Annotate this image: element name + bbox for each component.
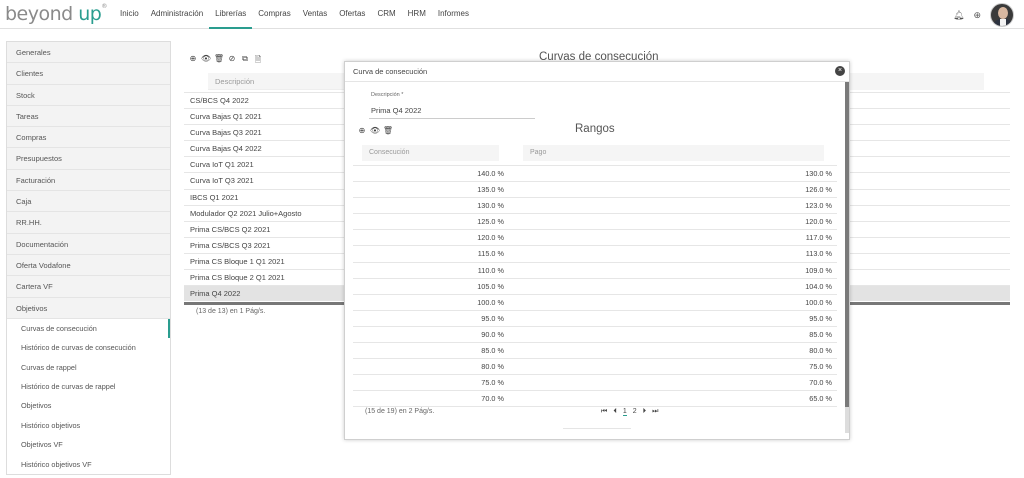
sidebar-item-caja[interactable]: Caja xyxy=(7,191,170,213)
table-row[interactable]: 80.0 % 75.0 % xyxy=(353,359,837,376)
table-row[interactable]: 100.0 % 100.0 % xyxy=(353,295,837,311)
sidebar-item-tareas[interactable]: Tareas xyxy=(7,105,170,128)
nav-ofertas[interactable]: Ofertas xyxy=(333,0,371,29)
table-row[interactable]: 75.0 % 70.0 % xyxy=(353,375,837,392)
filter-input-right[interactable] xyxy=(849,73,984,90)
description-input[interactable]: Prima Q4 2022 xyxy=(369,103,535,119)
paginator: ⏮ ⏴ 1 2 ⏵ ⏭ xyxy=(601,408,664,416)
avatar[interactable] xyxy=(990,3,1014,27)
delete-icon[interactable]: 🗑 xyxy=(382,126,394,135)
table-row[interactable]: 70.0 % 65.0 % xyxy=(353,391,837,408)
sidebar-item-documentacion[interactable]: Documentación xyxy=(7,233,170,255)
sidebar-subitem-historico-curvas-consecucion[interactable]: Histórico de curvas de consecución xyxy=(7,338,170,358)
nav-informes[interactable]: Informes xyxy=(432,0,475,29)
sidebar-subitem-historico-curvas-rappel[interactable]: Histórico de curvas de rappel xyxy=(7,377,170,397)
logo-mark: ® xyxy=(101,3,107,10)
sidebar-item-stock[interactable]: Stock xyxy=(7,84,170,106)
nav-hrm[interactable]: HRM xyxy=(402,0,432,29)
main-nav: Inicio Administración Librerías Compras … xyxy=(114,0,475,29)
sidebar-item-generales[interactable]: Generales xyxy=(7,42,170,64)
table-row[interactable]: 135.0 % 126.0 % xyxy=(353,182,837,199)
page-2-button[interactable]: 2 xyxy=(633,408,637,416)
ranges-paginator-info: (15 de 19) en 2 Pág/s. xyxy=(365,408,435,415)
sidebar-subitem-objetivos-vf[interactable]: Objetivos VF xyxy=(7,435,170,455)
prev-page-icon[interactable]: ⏴ xyxy=(613,408,617,416)
nav-inicio[interactable]: Inicio xyxy=(114,0,145,29)
next-page-icon[interactable]: ⏵ xyxy=(643,408,647,416)
logo[interactable]: beyond up® xyxy=(5,3,107,25)
consecucion-filter-input[interactable]: Consecución xyxy=(362,145,499,161)
sidebar-subitem-curvas-rappel[interactable]: Curvas de rappel xyxy=(7,357,170,378)
export-icon[interactable]: 🗎 xyxy=(252,54,264,68)
first-page-icon[interactable]: ⏮ xyxy=(601,408,607,416)
table-row[interactable]: 120.0 % 117.0 % xyxy=(353,230,837,247)
nav-crm[interactable]: CRM xyxy=(371,0,401,29)
table-row[interactable]: 115.0 % 113.0 % xyxy=(353,246,837,263)
cancel-icon[interactable]: ⊘ xyxy=(226,54,238,68)
table-row[interactable]: 95.0 % 95.0 % xyxy=(353,311,837,327)
add-icon[interactable]: ⊕ xyxy=(356,126,368,135)
nav-librerias[interactable]: Librerías xyxy=(209,0,253,29)
ranges-toolbar: ⊕ 👁 🗑 xyxy=(356,126,395,135)
table-row[interactable]: 105.0 % 104.0 % xyxy=(353,279,837,295)
add-circle-icon[interactable]: ⊕ xyxy=(973,10,981,21)
view-icon[interactable]: 👁 xyxy=(369,126,381,135)
page-1-button[interactable]: 1 xyxy=(622,408,627,416)
sidebar-item-oferta-vodafone[interactable]: Oferta Vodafone xyxy=(7,254,170,277)
pago-filter-input[interactable]: Pago xyxy=(523,145,824,161)
sidebar-subitem-objetivos[interactable]: Objetivos xyxy=(7,396,170,416)
ranges-title: Rangos xyxy=(575,123,615,135)
nav-ventas[interactable]: Ventas xyxy=(297,0,333,29)
table-row[interactable]: 90.0 % 85.0 % xyxy=(353,327,837,344)
table-row[interactable]: 140.0 % 130.0 % xyxy=(353,166,837,183)
sidebar-subitem-historico-objetivos[interactable]: Histórico objetivos xyxy=(7,415,170,436)
add-icon[interactable]: ⊕ xyxy=(187,54,199,68)
table-row[interactable]: 130.0 % 123.0 % xyxy=(353,198,837,215)
list-paginator-info: (13 de 13) en 1 Pág/s. xyxy=(196,308,266,315)
copy-icon[interactable]: ⧉ xyxy=(239,54,251,68)
close-icon[interactable]: × xyxy=(835,66,845,76)
sidebar-subitem-historico-objetivos-vf[interactable]: Histórico objetivos VF xyxy=(7,454,170,474)
logo-accent: up xyxy=(78,3,102,25)
sidebar-subitem-curvas-consecucion[interactable]: Curvas de consecución xyxy=(7,318,170,339)
last-page-icon[interactable]: ⏭ xyxy=(652,408,658,416)
sidebar-item-rrhh[interactable]: RR.HH. xyxy=(7,212,170,234)
curve-dialog: Curva de consecución × Descripción * Pri… xyxy=(344,61,850,440)
description-label: Descripción * xyxy=(371,92,404,98)
sidebar-item-presupuestos[interactable]: Presupuestos xyxy=(7,148,170,170)
list-toolbar: ⊕ 👁 🗑 ⊘ ⧉ 🗎 xyxy=(187,54,265,68)
ranges-table: 140.0 % 130.0 % 135.0 % 126.0 % 130.0 % 123… xyxy=(353,165,837,408)
table-row[interactable]: 125.0 % 120.0 % xyxy=(353,214,837,231)
bell-icon[interactable]: 🔔︎ xyxy=(953,10,964,21)
sidebar-item-cartera-vf[interactable]: Cartera VF xyxy=(7,276,170,298)
top-icons: 🔔︎ ⊕ xyxy=(953,3,1014,27)
sidebar-item-compras[interactable]: Compras xyxy=(7,127,170,149)
table-row[interactable]: 85.0 % 80.0 % xyxy=(353,343,837,360)
dialog-scrollbar[interactable] xyxy=(845,82,849,433)
sidebar: Generales Clientes Stock Tareas Compras … xyxy=(6,41,171,475)
table-row[interactable]: 110.0 % 109.0 % xyxy=(353,263,837,279)
top-bar: beyond up® Inicio Administración Librerí… xyxy=(0,0,1024,29)
delete-icon[interactable]: 🗑 xyxy=(213,54,225,68)
description-filter-input[interactable]: Descripción xyxy=(208,73,345,90)
sidebar-item-facturacion[interactable]: Facturación xyxy=(7,169,170,192)
nav-compras[interactable]: Compras xyxy=(252,0,296,29)
sidebar-item-clientes[interactable]: Clientes xyxy=(7,63,170,85)
dialog-title: Curva de consecución xyxy=(345,62,849,82)
divider xyxy=(563,428,631,429)
nav-administracion[interactable]: Administración xyxy=(145,0,209,29)
sidebar-item-objetivos[interactable]: Objetivos xyxy=(7,297,170,319)
logo-main: beyond xyxy=(5,3,79,25)
view-icon[interactable]: 👁 xyxy=(200,54,212,68)
